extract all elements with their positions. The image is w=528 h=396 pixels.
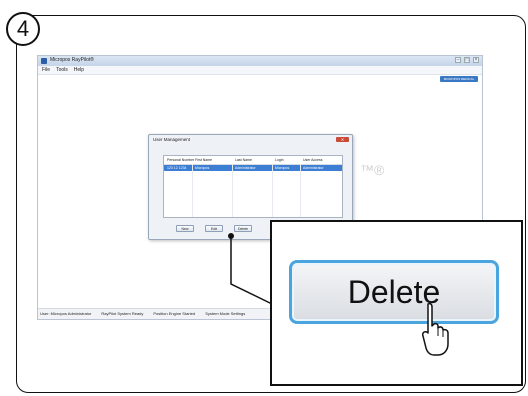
zoom-callout: Delete — [270, 220, 523, 386]
hand-cursor-icon — [422, 302, 449, 356]
zoomed-delete-button[interactable]: Delete — [289, 260, 499, 324]
callout-line — [230, 236, 273, 305]
